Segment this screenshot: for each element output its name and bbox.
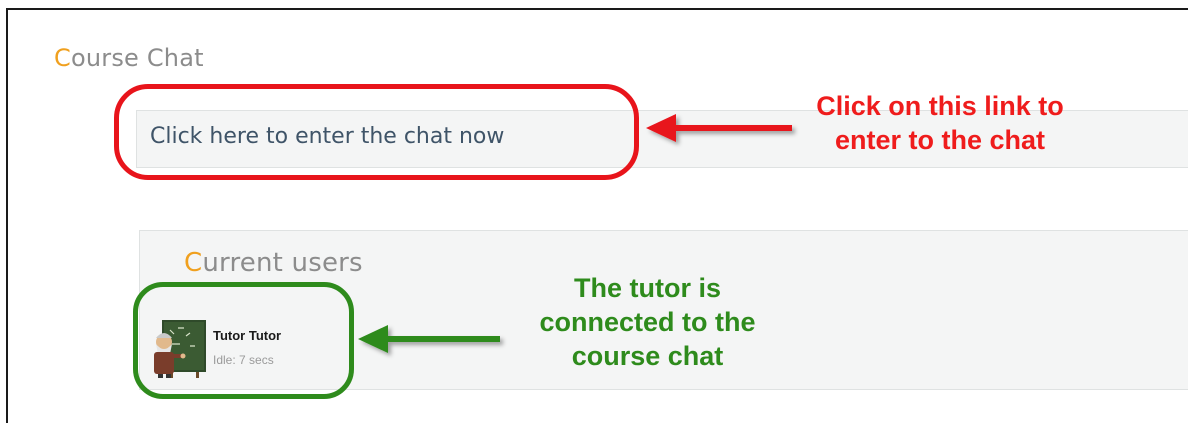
red-note-line: Click on this link to (816, 91, 1064, 121)
current-users-heading: Current users (184, 248, 363, 278)
user-avatar[interactable] (150, 318, 208, 378)
red-note-line: enter to the chat (834, 124, 1046, 155)
course-chat-heading: Course Chat (54, 44, 204, 72)
green-annotation-text: The tutor is connected to the course cha… (520, 272, 775, 373)
green-note-line: The tutor is (574, 273, 721, 303)
green-note-line: course chat (571, 340, 724, 371)
user-idle-status: Idle: 7 secs (213, 353, 274, 367)
heading-initial: C (54, 44, 71, 72)
enter-chat-link[interactable]: Click here to enter the chat now (150, 124, 504, 149)
red-annotation-text: Click on this link to enter to the chat (780, 90, 1100, 158)
green-note-line: connected to the (539, 306, 756, 337)
heading-rest: ourse Chat (70, 44, 204, 72)
user-name[interactable]: Tutor Tutor (213, 328, 281, 343)
heading-initial: C (184, 248, 203, 278)
heading-rest: urrent users (202, 248, 363, 278)
